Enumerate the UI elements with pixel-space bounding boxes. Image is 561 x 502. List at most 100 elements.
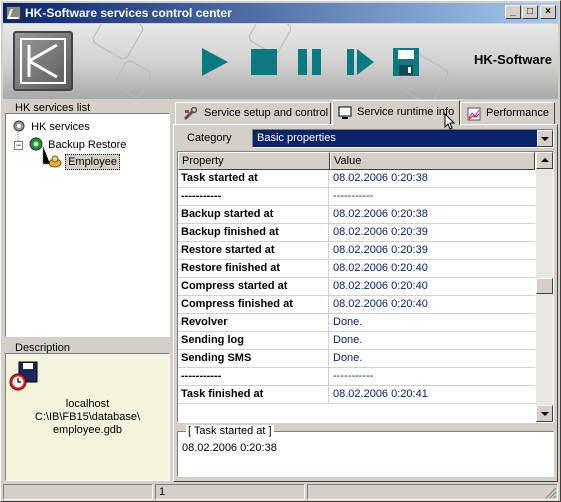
stop-button[interactable] (249, 46, 279, 78)
tab-label: Service setup and control (204, 107, 329, 119)
value-cell: 08.02.2006 0:20:39 (333, 244, 428, 256)
stop-icon (251, 49, 277, 75)
pause-icon (298, 49, 321, 75)
decor-hexagon (90, 24, 146, 62)
value-cell: Done. (333, 334, 363, 346)
pause-button[interactable] (295, 46, 325, 78)
column-header-value[interactable]: Value (330, 152, 535, 170)
close-button[interactable]: × (540, 5, 556, 19)
detail-title: [ Task started at ] (186, 425, 274, 437)
value-cell: ----------- (333, 190, 374, 202)
value-cell: 08.02.2006 0:20:40 (333, 280, 428, 292)
play-icon (202, 48, 228, 76)
property-grid[interactable]: Property Value Task started at 08.02.2006… (177, 151, 554, 423)
property-cell: Compress finished at (178, 296, 329, 314)
table-row[interactable]: Task finished at 08.02.2006 0:20:41 (178, 386, 535, 404)
table-row[interactable]: Backup finished at 08.02.2006 0:20:39 (178, 224, 535, 242)
services-gear-icon (13, 120, 25, 132)
grid-header: Property Value (178, 152, 535, 170)
scroll-thumb[interactable] (536, 278, 553, 294)
monitor-icon (338, 106, 352, 119)
hk-logo (13, 31, 73, 91)
detail-value: 08.02.2006 0:20:38 (182, 442, 277, 454)
status-bar: 1 (3, 484, 558, 500)
table-row[interactable]: ----------- ----------- (178, 188, 535, 206)
table-row[interactable]: Task started at 08.02.2006 0:20:38 (178, 170, 535, 188)
value-cell: 08.02.2006 0:20:40 (333, 298, 428, 310)
tree-lines (17, 132, 50, 165)
tab-label: Service runtime info (357, 106, 455, 118)
tab-service-setup[interactable]: Service setup and control (175, 102, 331, 124)
table-row[interactable]: Revolver Done. (178, 314, 535, 332)
scroll-down-arrow-icon[interactable] (536, 405, 553, 422)
property-cell: Backup started at (178, 206, 329, 224)
category-select[interactable]: Basic properties (252, 129, 554, 148)
property-cell: Restore started at (178, 242, 329, 260)
tree-node-label: Employee (65, 154, 120, 170)
services-tree[interactable]: HK services − Backup Restore Employee (5, 113, 170, 337)
scroll-up-arrow-icon[interactable] (536, 152, 553, 169)
main-window: HK-Software services control center _ □ … (0, 0, 561, 502)
property-cell: Sending log (178, 332, 329, 350)
table-row[interactable]: ----------- ----------- (178, 368, 535, 386)
performance-chart-icon (467, 107, 481, 121)
detail-box: [ Task started at ] 08.02.2006 0:20:38 (177, 425, 554, 477)
value-cell: 08.02.2006 0:20:41 (333, 388, 428, 400)
minimize-button[interactable]: _ (505, 5, 521, 19)
description-file: employee.gdb (52, 424, 123, 436)
window-title: HK-Software services control center (25, 6, 232, 20)
step-button[interactable] (345, 46, 375, 78)
save-button[interactable] (391, 46, 421, 78)
maximize-button[interactable]: □ (522, 5, 538, 19)
step-icon (347, 49, 374, 75)
value-cell: Done. (333, 316, 363, 328)
tree-node-hk-services[interactable]: HK services (12, 119, 92, 133)
property-cell: ----------- (178, 368, 329, 386)
value-cell: 08.02.2006 0:20:40 (333, 262, 428, 274)
table-row[interactable]: Restore started at 08.02.2006 0:20:39 (178, 242, 535, 260)
table-row[interactable]: Restore finished at 08.02.2006 0:20:40 (178, 260, 535, 278)
resize-grip-icon[interactable] (545, 487, 557, 499)
description-path: C:\IB\FB15\database\ (34, 411, 141, 423)
value-cell: ----------- (333, 370, 374, 382)
banner: HK-Software (3, 24, 558, 99)
table-row[interactable]: Sending log Done. (178, 332, 535, 350)
column-header-property[interactable]: Property (178, 152, 330, 170)
value-cell: Done. (333, 352, 363, 364)
description-panel: localhost C:\IB\FB15\database\ employee.… (5, 353, 170, 481)
property-cell: Restore finished at (178, 260, 329, 278)
tab-performance[interactable]: Performance (460, 102, 555, 124)
table-row[interactable]: Sending SMS Done. (178, 350, 535, 368)
category-value: Basic properties (257, 132, 336, 144)
tree-node-label: Backup Restore (48, 139, 127, 151)
brand-label: HK-Software (473, 52, 552, 67)
property-cell: Backup finished at (178, 224, 329, 242)
title-bar[interactable]: HK-Software services control center _ □ … (3, 3, 558, 23)
tools-icon (183, 107, 198, 121)
property-cell: Compress started at (178, 278, 329, 296)
property-cell: Revolver (178, 314, 329, 332)
property-cell: Task finished at (178, 386, 329, 404)
description-host: localhost (65, 398, 110, 410)
grid-scrollbar[interactable] (536, 152, 553, 422)
save-icon (393, 48, 419, 76)
table-row[interactable]: Compress started at 08.02.2006 0:20:40 (178, 278, 535, 296)
table-row[interactable]: Backup started at 08.02.2006 0:20:38 (178, 206, 535, 224)
value-cell: 08.02.2006 0:20:39 (333, 226, 428, 238)
tree-node-employee[interactable]: Employee (48, 154, 120, 170)
app-icon (6, 6, 21, 20)
value-cell: 08.02.2006 0:20:38 (333, 172, 428, 184)
status-panel-1 (3, 484, 153, 500)
value-cell: 08.02.2006 0:20:38 (333, 208, 428, 220)
scheduled-backup-icon (9, 361, 38, 391)
mouse-cursor-icon (444, 113, 456, 130)
tab-service-runtime-info[interactable]: Service runtime info (332, 100, 460, 125)
start-button[interactable] (199, 46, 229, 78)
chevron-down-icon[interactable] (537, 130, 553, 147)
property-cell: ----------- (178, 188, 329, 206)
property-cell: Task started at (178, 170, 329, 188)
status-panel-2: 1 (155, 484, 305, 500)
table-row[interactable]: Compress finished at 08.02.2006 0:20:40 (178, 296, 535, 314)
category-label: Category (187, 132, 232, 144)
tab-label: Performance (486, 107, 549, 119)
